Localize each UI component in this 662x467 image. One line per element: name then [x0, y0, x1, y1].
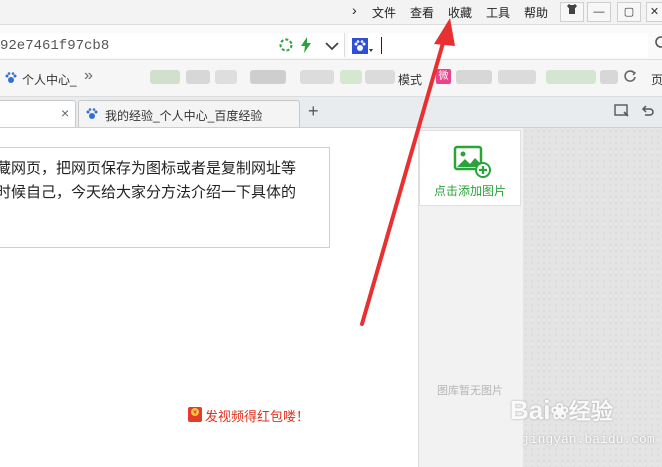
arrow-head	[434, 18, 455, 46]
annotation-arrow	[360, 18, 455, 326]
arrow-shaft	[360, 34, 447, 326]
